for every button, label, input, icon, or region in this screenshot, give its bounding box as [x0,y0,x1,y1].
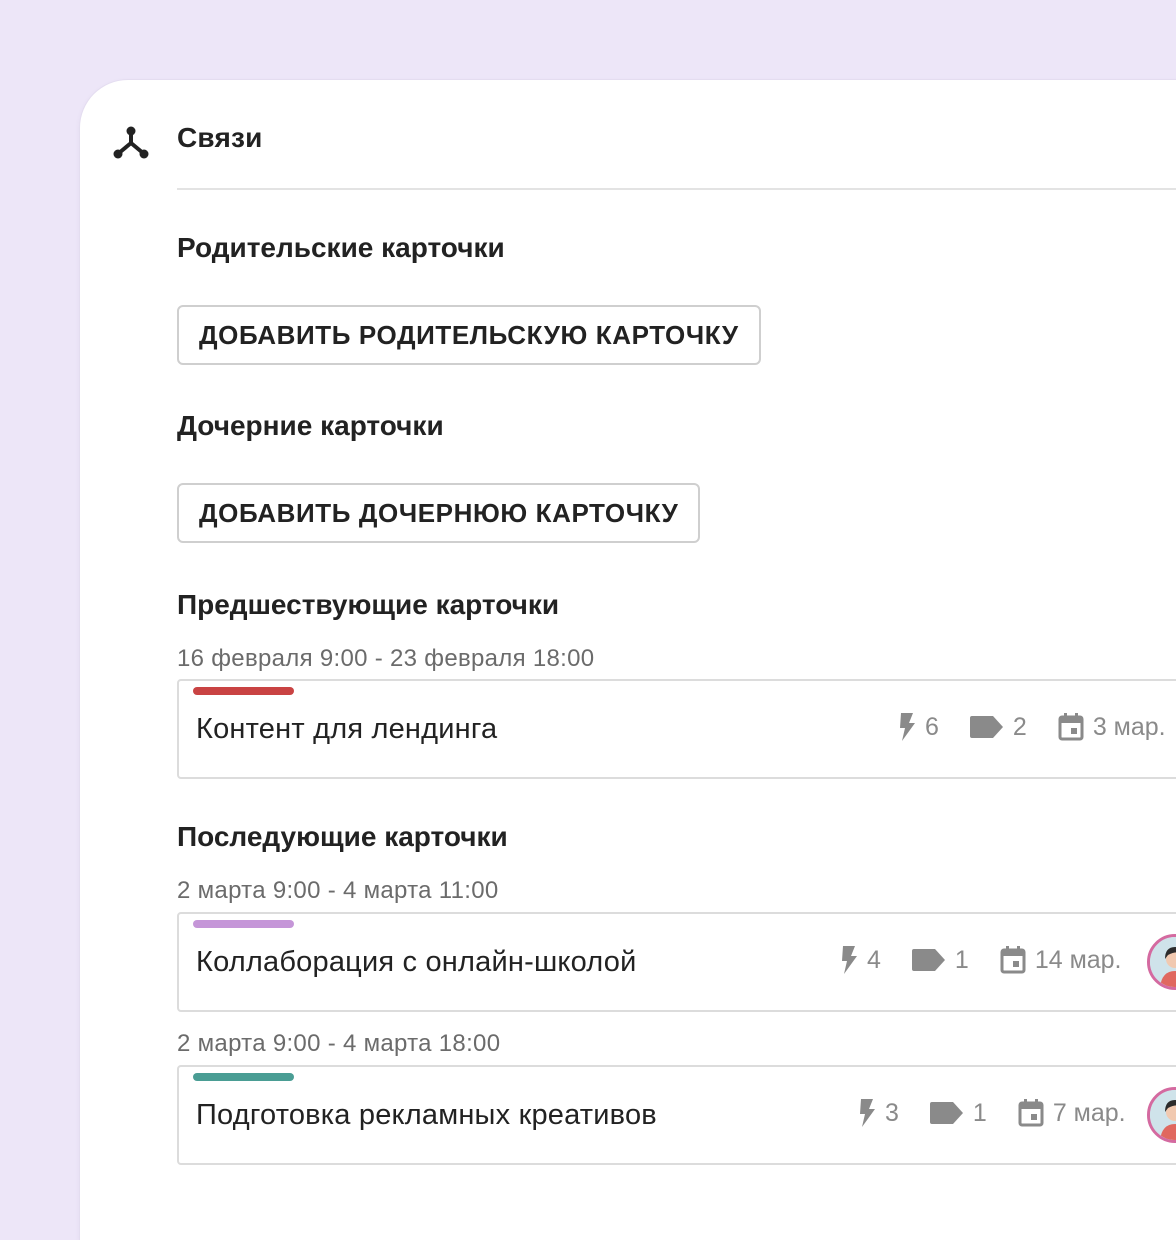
bolt-count: 6 [925,712,939,741]
predecessor-dates: 16 февраля 9:00 - 23 февраля 18:00 [177,645,595,672]
card-title: Подготовка рекламных креативов [196,1099,657,1131]
links-header: Связи [80,80,1176,190]
tag-count: 1 [954,945,969,974]
tag-icon [969,716,1003,738]
bolt-icon [842,946,857,974]
predecessor-card[interactable]: Контент для лендинга 6 2 3 мар. [177,679,1176,779]
links-panel: Связи Родительские карточки ДОБАВИТЬ РОД… [80,80,1176,1240]
bolt-count: 4 [867,945,881,974]
card-meta: 6 2 3 мар. [897,711,1166,743]
bolt-icon [860,1099,875,1127]
tag-icon [911,949,945,971]
card-title: Коллаборация с онлайн-школой [196,946,637,978]
due-date: 7 мар. [1052,1098,1126,1127]
tag-count: 2 [1012,712,1027,741]
parents-heading: Родительские карточки [177,232,505,263]
card-color-bar [193,1073,294,1081]
successors-heading: Последующие карточки [177,821,508,852]
card-meta: 3 1 7 мар. [857,1097,1126,1129]
add-child-card-button[interactable]: ДОБАВИТЬ ДОЧЕРНЮЮ КАРТОЧКУ [177,483,701,543]
card-color-bar [193,920,294,928]
avatar-icon [1150,937,1176,987]
calendar-icon [1058,713,1084,741]
tag-count: 1 [972,1098,987,1127]
successor-card[interactable]: Подготовка рекламных креативов 3 1 7 мар… [177,1065,1176,1165]
bolt-icon [900,713,915,741]
divider [177,188,1176,190]
avatar-icon [1150,1090,1176,1140]
card-title: Контент для лендинга [196,713,498,745]
add-parent-card-button[interactable]: ДОБАВИТЬ РОДИТЕЛЬСКУЮ КАРТОЧКУ [177,305,761,365]
due-date: 3 мар. [1092,712,1166,741]
successor-dates: 2 марта 9:00 - 4 марта 18:00 [177,1030,501,1057]
assignee-avatar[interactable] [1147,934,1176,990]
assignee-avatar[interactable] [1147,1087,1176,1143]
card-color-bar [193,687,294,695]
tag-icon [929,1102,963,1124]
successor-dates: 2 марта 9:00 - 4 марта 11:00 [177,877,499,904]
bolt-count: 3 [885,1098,899,1127]
calendar-icon [1018,1099,1044,1127]
children-heading: Дочерние карточки [177,410,444,441]
successor-card[interactable]: Коллаборация с онлайн-школой 4 1 14 мар. [177,912,1176,1012]
links-icon [113,126,149,159]
due-date: 14 мар. [1034,945,1122,974]
card-meta: 4 1 14 мар. [839,944,1122,976]
section-title: Связи [177,122,263,153]
calendar-icon [1000,946,1026,974]
predecessors-heading: Предшествующие карточки [177,589,560,620]
